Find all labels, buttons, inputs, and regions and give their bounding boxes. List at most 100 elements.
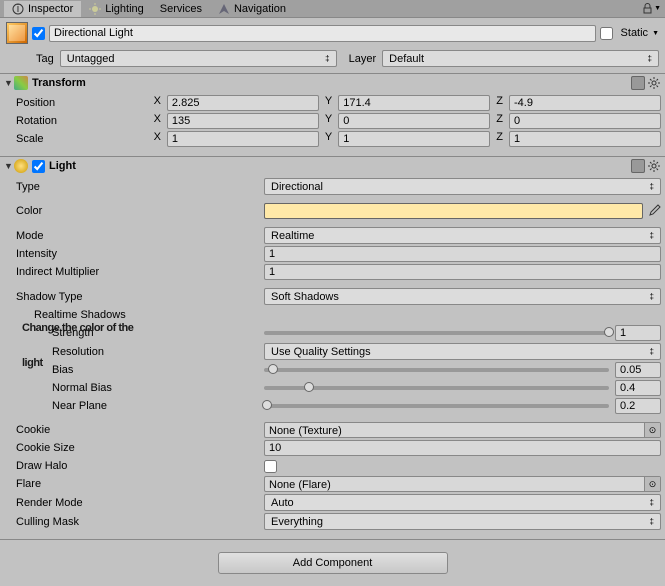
shadow-type-dropdown[interactable]: Soft Shadows‡ xyxy=(264,288,661,305)
transform-component: ▼ Transform Position X Y Z Rotation X Y … xyxy=(0,73,665,156)
gameobject-icon[interactable] xyxy=(6,22,28,44)
mode-dropdown[interactable]: Realtime‡ xyxy=(264,227,661,244)
rotation-y[interactable] xyxy=(338,113,490,129)
type-label: Type xyxy=(4,181,264,193)
rotation-label: Rotation xyxy=(4,115,150,127)
scale-z[interactable] xyxy=(509,131,661,147)
cookie-label: Cookie xyxy=(4,424,264,436)
culling-mask-label: Culling Mask xyxy=(4,516,264,528)
position-x[interactable] xyxy=(167,95,319,111)
transform-title: Transform xyxy=(32,77,631,89)
color-field[interactable] xyxy=(264,203,643,219)
culling-mask-dropdown[interactable]: Everything‡ xyxy=(264,513,661,530)
axis-y: Y xyxy=(321,95,336,111)
layer-dropdown[interactable]: Default‡ xyxy=(382,50,659,67)
resolution-label: Resolution xyxy=(4,346,264,358)
tab-inspector[interactable]: i Inspector xyxy=(4,1,81,17)
draw-halo-checkbox[interactable] xyxy=(264,460,277,473)
near-plane-slider[interactable] xyxy=(264,404,609,408)
indirect-field[interactable] xyxy=(264,264,661,280)
gear-icon[interactable] xyxy=(647,159,661,173)
eyedropper-icon[interactable] xyxy=(647,204,661,218)
static-dropdown-arrow[interactable]: ▼ xyxy=(652,30,659,37)
strength-label: Strength xyxy=(4,327,264,339)
near-plane-field[interactable] xyxy=(615,398,661,414)
normal-bias-label: Normal Bias xyxy=(4,382,264,394)
render-mode-dropdown[interactable]: Auto‡ xyxy=(264,494,661,511)
scale-y[interactable] xyxy=(338,131,490,147)
normal-bias-field[interactable] xyxy=(615,380,661,396)
light-enabled-checkbox[interactable] xyxy=(32,160,45,173)
context-menu-icon[interactable]: ▼ xyxy=(654,5,661,12)
sun-icon xyxy=(89,3,101,15)
object-name-field[interactable] xyxy=(49,25,596,42)
tab-label: Inspector xyxy=(28,3,73,15)
foldout-icon[interactable]: ▼ xyxy=(4,78,14,88)
tag-value: Untagged xyxy=(67,53,115,65)
strength-slider[interactable] xyxy=(264,331,609,335)
scale-label: Scale xyxy=(4,133,150,145)
intensity-field[interactable] xyxy=(264,246,661,262)
tag-layer-row: Tag Untagged‡ Layer Default‡ xyxy=(0,48,665,73)
flare-label: Flare xyxy=(4,478,264,490)
normal-bias-slider[interactable] xyxy=(264,386,609,390)
object-header: Static ▼ xyxy=(0,18,665,48)
axis-x: X xyxy=(150,95,165,111)
tab-label: Services xyxy=(160,3,202,15)
gear-icon[interactable] xyxy=(647,76,661,90)
object-picker-icon[interactable]: ⊙ xyxy=(644,477,660,491)
cookie-size-field[interactable] xyxy=(264,440,661,456)
foldout-icon[interactable]: ▼ xyxy=(4,161,14,171)
add-component-button[interactable]: Add Component xyxy=(218,552,448,574)
position-label: Position xyxy=(4,97,150,109)
axis-x: X xyxy=(150,113,165,129)
transform-icon xyxy=(14,76,28,90)
position-y[interactable] xyxy=(338,95,490,111)
transform-header: ▼ Transform xyxy=(0,74,665,92)
layer-label: Layer xyxy=(349,53,377,65)
svg-text:i: i xyxy=(17,3,19,15)
color-label: Color xyxy=(4,205,264,217)
help-icon[interactable] xyxy=(631,159,645,173)
rotation-x[interactable] xyxy=(167,113,319,129)
resolution-dropdown[interactable]: Use Quality Settings‡ xyxy=(264,343,661,360)
tab-services[interactable]: Services xyxy=(152,1,210,17)
light-icon xyxy=(14,159,28,173)
static-label: Static xyxy=(621,27,649,39)
position-z[interactable] xyxy=(509,95,661,111)
active-checkbox[interactable] xyxy=(32,27,45,40)
light-header: ▼ Light xyxy=(0,157,665,175)
layer-value: Default xyxy=(389,53,424,65)
bias-label: Bias xyxy=(4,364,264,376)
mode-label: Mode xyxy=(4,230,264,242)
axis-z: Z xyxy=(492,113,507,129)
cookie-size-label: Cookie Size xyxy=(4,442,264,454)
tab-lighting[interactable]: Lighting xyxy=(81,1,152,17)
render-mode-label: Render Mode xyxy=(4,497,264,509)
lock-icon[interactable] xyxy=(643,3,652,14)
tab-label: Lighting xyxy=(105,3,144,15)
cookie-field[interactable]: None (Texture)⊙ xyxy=(264,422,661,438)
shadow-type-label: Shadow Type xyxy=(4,291,264,303)
static-checkbox[interactable] xyxy=(600,27,613,40)
indirect-label: Indirect Multiplier xyxy=(4,266,264,278)
flare-field[interactable]: None (Flare)⊙ xyxy=(264,476,661,492)
light-component: ▼ Light Type Directional‡ Color Mode Rea… xyxy=(0,156,665,539)
bias-field[interactable] xyxy=(615,362,661,378)
scale-x[interactable] xyxy=(167,131,319,147)
bias-slider[interactable] xyxy=(264,368,609,372)
help-icon[interactable] xyxy=(631,76,645,90)
add-component-container: Add Component xyxy=(0,540,665,586)
light-title: Light xyxy=(49,160,631,172)
tag-dropdown[interactable]: Untagged‡ xyxy=(60,50,337,67)
object-picker-icon[interactable]: ⊙ xyxy=(644,423,660,437)
type-dropdown[interactable]: Directional‡ xyxy=(264,178,661,195)
tab-navigation[interactable]: Navigation xyxy=(210,1,294,17)
rotation-z[interactable] xyxy=(509,113,661,129)
strength-field[interactable] xyxy=(615,325,661,341)
axis-x: X xyxy=(150,131,165,147)
info-icon: i xyxy=(12,3,24,15)
nav-icon xyxy=(218,3,230,15)
tab-label: Navigation xyxy=(234,3,286,15)
realtime-shadows-label: Realtime Shadows xyxy=(4,309,264,321)
